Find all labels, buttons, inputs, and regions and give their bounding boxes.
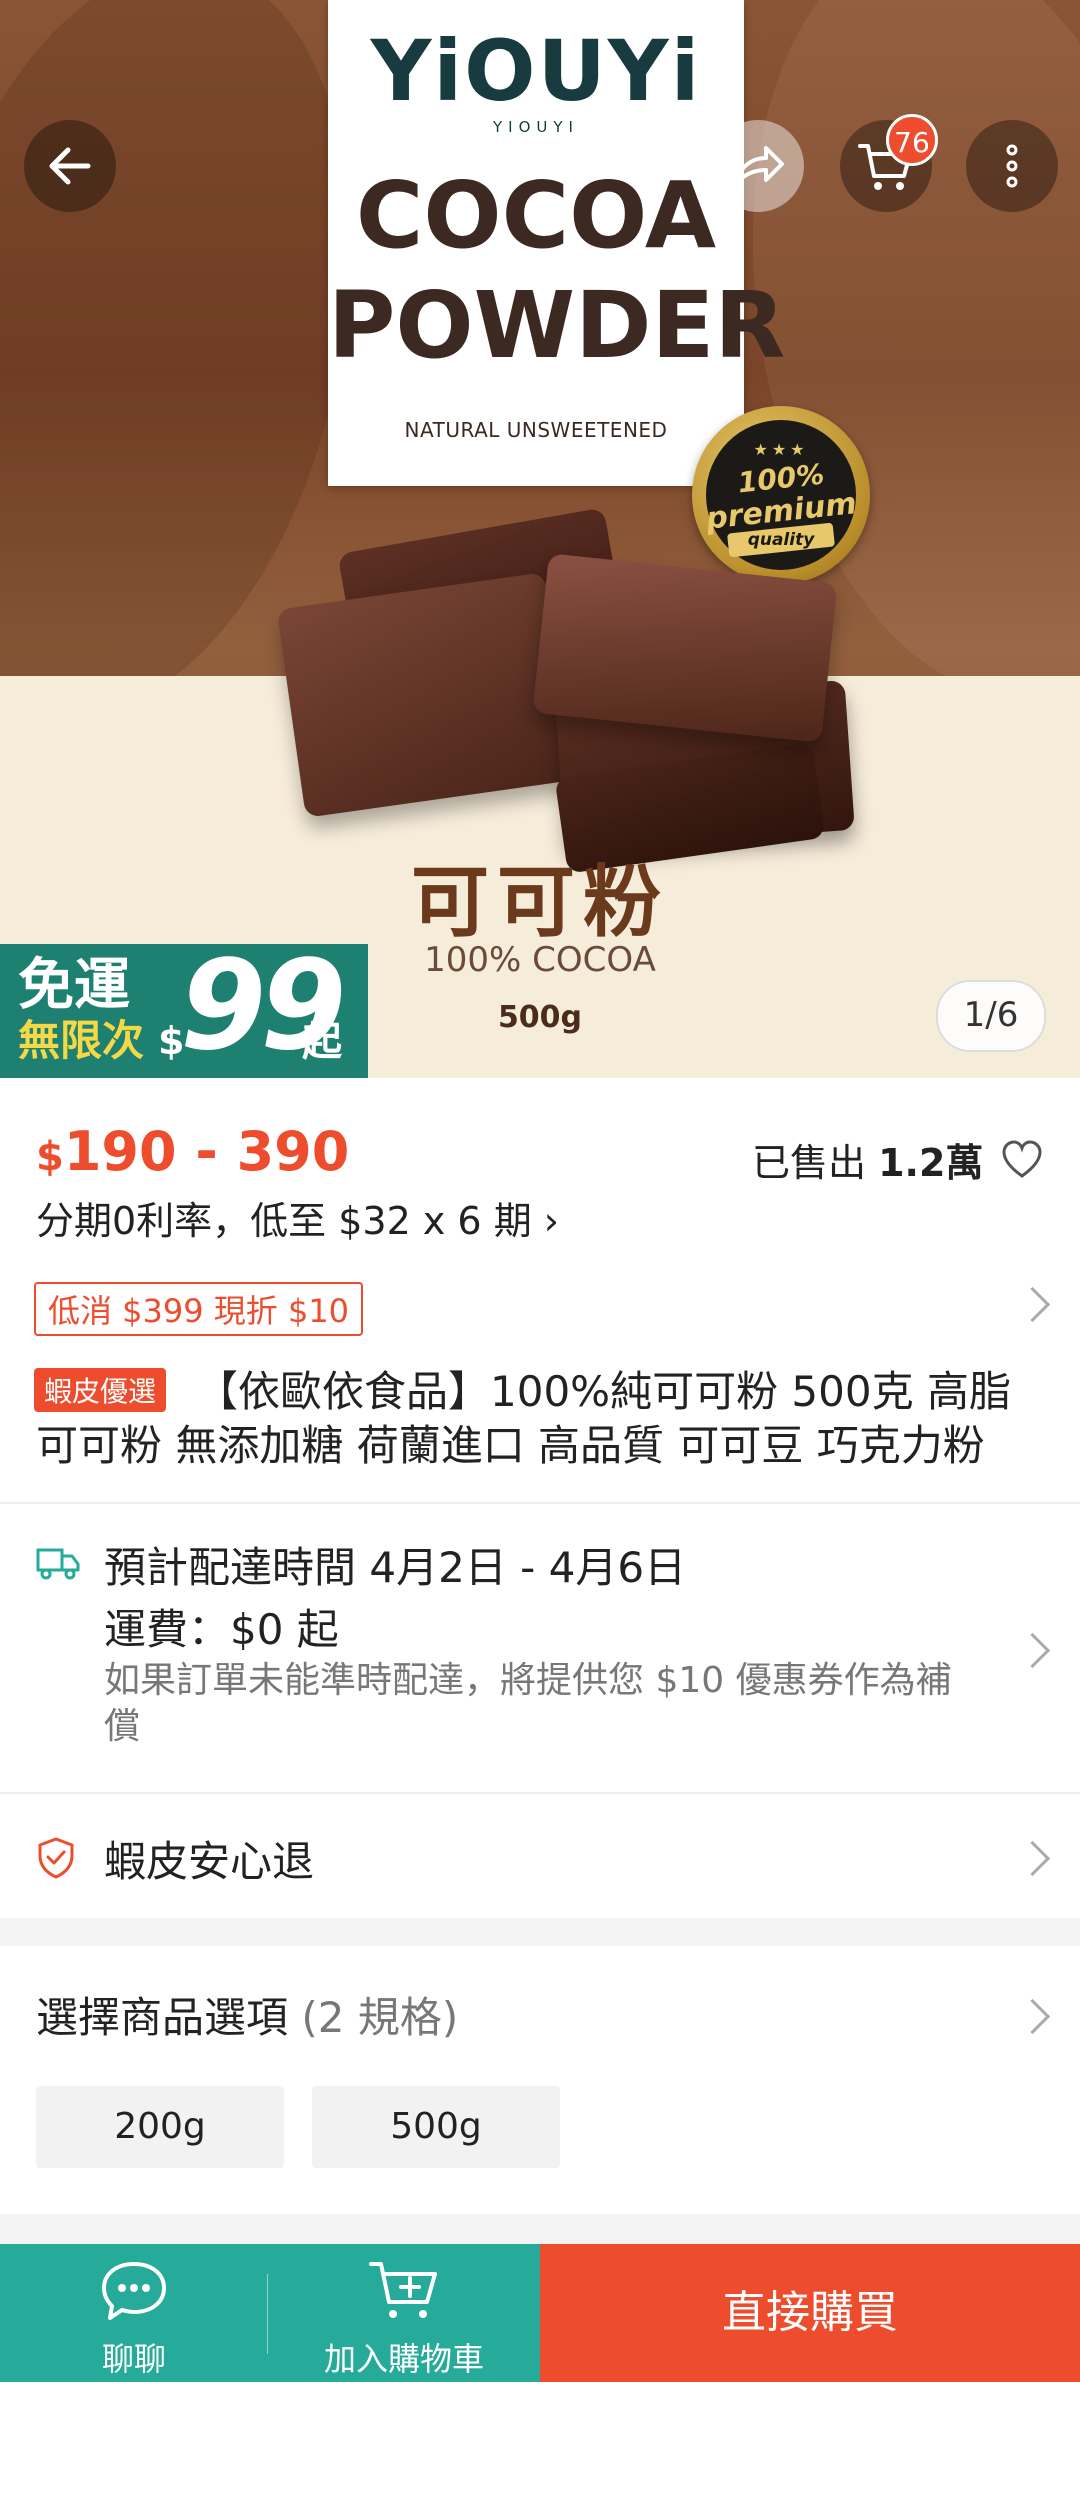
add-cart-icon	[369, 2262, 437, 2318]
shipping-fee: 運費：$0 起	[104, 1605, 339, 1654]
chocolate-piece	[276, 572, 574, 818]
installment-info[interactable]: 分期0利率，低至 $32 x 6 期 ›	[36, 1190, 559, 1245]
section-gap	[0, 1918, 1080, 1946]
image-pager: 1/6	[936, 980, 1046, 1052]
safe-return-label: 蝦皮安心退	[104, 1837, 315, 1886]
truck-icon	[36, 1548, 80, 1580]
chat-label: 聊聊	[101, 2340, 166, 2378]
share-icon	[734, 146, 784, 186]
product-package: YiOUYi YIOUYI COCOA POWDER NATURAL UNSWE…	[328, 0, 786, 486]
chevron-right-icon[interactable]	[1014, 1998, 1051, 2035]
free-shipping-text: 免運	[18, 953, 130, 1018]
sold-count: 已售出 1.2萬	[752, 1141, 984, 1185]
divider	[0, 1792, 1080, 1794]
package-subtitle: NATURAL UNSWEETENED	[404, 418, 668, 442]
bottom-action-bar: 聊聊 加入購物車 直接購買	[0, 2244, 1080, 2382]
chat-icon	[102, 2262, 166, 2320]
unlimited-text: 無限次	[18, 1016, 145, 1065]
divider	[0, 1502, 1080, 1504]
delivery-estimate: 預計配達時間 4月2日 - 4月6日	[104, 1543, 687, 1592]
brand-subtext: YIOUYI	[493, 118, 579, 136]
section-gap	[0, 2214, 1080, 2244]
shield-icon	[38, 1837, 74, 1879]
options-heading[interactable]: 選擇商品選項 (2 規格)	[36, 1984, 458, 2045]
chat-button[interactable]: 聊聊	[0, 2244, 268, 2382]
package-title-line2: POWDER	[328, 272, 786, 379]
brand-logo: YiOUYi	[370, 22, 702, 120]
chocolate-piece	[532, 553, 838, 743]
share-button[interactable]	[712, 120, 804, 212]
package-title-line1: COCOA	[355, 162, 717, 269]
shipping-suffix: 起	[302, 1019, 342, 1065]
heart-icon[interactable]	[1000, 1138, 1044, 1182]
seal-line3: quality	[747, 530, 815, 550]
preferred-tag: 蝦皮優選	[34, 1368, 167, 1412]
shop-voucher[interactable]: 低消 $399 現折 $10	[34, 1282, 364, 1336]
product-title-line2: 可可粉 無添加糖 荷蘭進口 高品質 可可豆 巧克力粉	[36, 1421, 985, 1470]
cart-count-badge: 76	[886, 114, 938, 166]
free-shipping-badge: 免運 無限次 $ 99 起	[0, 944, 368, 1078]
option-500g[interactable]: 500g	[312, 2086, 560, 2168]
price-range: $190 - 390	[36, 1120, 350, 1183]
back-arrow-icon	[49, 147, 91, 185]
product-image-title: 可可粉	[410, 858, 669, 948]
premium-seal: ★★★ 100% premium quality	[692, 406, 870, 584]
back-button[interactable]	[24, 120, 116, 212]
more-button[interactable]	[966, 120, 1058, 212]
chevron-right-icon[interactable]	[1014, 1840, 1051, 1877]
product-title-line1: 【依歐依食品】100%純可可粉 500克 高脂	[196, 1367, 1011, 1416]
on-time-guarantee: 如果訂單未能準時配達，將提供您 $10 優惠券作為補償	[104, 1660, 952, 1747]
more-icon	[1006, 144, 1018, 188]
add-to-cart-label: 加入購物車	[323, 2340, 484, 2378]
buy-now-button[interactable]: 直接購買	[540, 2244, 1080, 2382]
option-200g[interactable]: 200g	[36, 2086, 284, 2168]
chevron-right-icon[interactable]	[1014, 1632, 1051, 1669]
add-to-cart-button[interactable]: 加入購物車	[268, 2244, 540, 2382]
chevron-right-icon[interactable]	[1014, 1286, 1051, 1323]
